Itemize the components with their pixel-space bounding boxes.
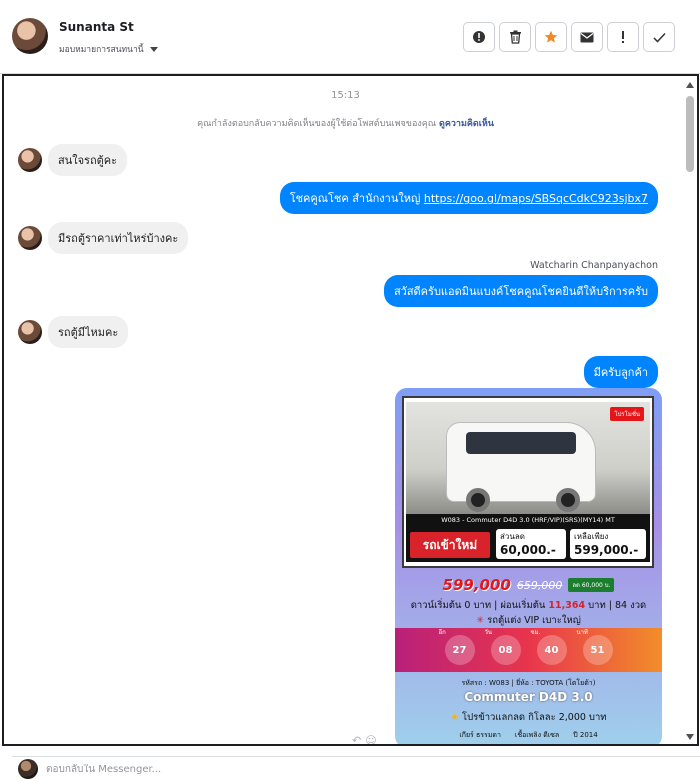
message-bubble[interactable]: สวัสดีครับแอดมินแบงค์โชคคูณโชคยินดีให้บร… bbox=[383, 275, 658, 307]
message-bubble[interactable]: สนใจรถตู้คะ bbox=[48, 144, 128, 176]
assign-conversation-dropdown[interactable]: มอบหมายการสนทนานี้ bbox=[59, 42, 158, 56]
photo-background: โปรโมชั่น bbox=[406, 402, 650, 514]
message-thread[interactable]: 15:13 คุณกำลังตอบกลับความคิดเห็นของผู้ใช… bbox=[2, 74, 699, 746]
gift-line: ★ โปรข้าวแลกลด กิโลละ 2,000 บาท bbox=[395, 710, 662, 725]
reply-notice-text: คุณกำลังตอบกลับความคิดเห็นของผู้ใช้ต่อโพ… bbox=[197, 119, 437, 129]
message-bubble[interactable]: โชคคูณโชค สำนักงานใหญ่ https://goo.gl/ma… bbox=[279, 182, 658, 214]
envelope-icon bbox=[580, 32, 594, 42]
van-wheel bbox=[466, 488, 490, 512]
countdown-days-remaining: อีก 27 bbox=[439, 629, 475, 665]
remaining-value: 599,000.- bbox=[574, 543, 639, 557]
finance-amount: 11,364 bbox=[548, 600, 586, 611]
alert-circle-icon bbox=[473, 31, 485, 43]
contact-avatar-small bbox=[18, 148, 42, 172]
delete-button[interactable] bbox=[499, 22, 531, 52]
vip-line: ✳ รถตู้แต่ง VIP เบาะใหญ่ bbox=[395, 613, 662, 628]
sender-name: Watcharin Chanpanyachon bbox=[530, 260, 658, 271]
fuel-tag: เชื้อเพลิง ดีเซล bbox=[514, 731, 560, 739]
star-icon: ★ bbox=[450, 712, 459, 723]
finance-text-1: ดาวน์เริ่มต้น 0 บาท | ผ่อนเริ่มต้น bbox=[410, 600, 546, 611]
car-promo-image[interactable]: โปรโมชั่น W083 - Commuter D4D 3.0 (HRF/V… bbox=[395, 388, 662, 744]
star-button[interactable] bbox=[535, 22, 567, 52]
contact-avatar[interactable] bbox=[12, 18, 48, 54]
view-comment-link[interactable]: ดูความคิดเห็น bbox=[439, 119, 494, 129]
discount-box: ส่วนลด 60,000.- bbox=[496, 529, 566, 559]
conversation-header: Sunanta St มอบหมายการสนทนานี้ bbox=[0, 0, 700, 74]
promo-row: รถเข้าใหม่ ส่วนลด 60,000.- เหลือเพียง 59… bbox=[406, 526, 650, 562]
asterisk-icon: ✳ bbox=[476, 615, 485, 626]
outgoing-message: โชคคูณโชค สำนักงานใหญ่ https://goo.gl/ma… bbox=[279, 182, 658, 214]
vip-text: รถตู้แต่ง VIP เบาะใหญ่ bbox=[487, 615, 581, 626]
message-bubble[interactable]: มีครับลูกค้า bbox=[583, 356, 658, 388]
incoming-message: สนใจรถตู้คะ bbox=[18, 144, 128, 176]
reply-bar bbox=[12, 756, 700, 781]
header-actions bbox=[463, 22, 675, 52]
message-actions: ↶ ☺ bbox=[352, 734, 377, 744]
old-price: 659,000 bbox=[516, 578, 563, 592]
outgoing-message: มีครับลูกค้า bbox=[583, 356, 658, 388]
scroll-up-arrow-icon[interactable] bbox=[686, 82, 694, 88]
trash-icon bbox=[509, 30, 521, 44]
gift-text: โปรข้าวแลกลด กิโลละ 2,000 บาท bbox=[461, 712, 607, 723]
assign-label: มอบหมายการสนทนานี้ bbox=[59, 45, 144, 55]
message-timestamp: 15:13 bbox=[331, 90, 360, 101]
model-strip: W083 - Commuter D4D 3.0 (HRF/VIP)(SRS)(M… bbox=[406, 514, 650, 526]
incoming-message: รถตู้มีไหมคะ bbox=[18, 316, 129, 348]
scroll-thumb[interactable] bbox=[686, 96, 694, 172]
price-row: 599,000 659,000 ลด 60,000 บ. bbox=[395, 576, 662, 594]
car-info: รหัสรถ : W083 | ยี่ห้อ : TOYOTA (โตโยต้า… bbox=[461, 679, 596, 687]
report-button[interactable] bbox=[463, 22, 495, 52]
van-wheel bbox=[556, 488, 580, 512]
maps-link[interactable]: https://goo.gl/maps/SBSqcCdkC923sjbx7 bbox=[424, 192, 648, 205]
car-photo: โปรโมชั่น W083 - Commuter D4D 3.0 (HRF/V… bbox=[402, 396, 654, 568]
remaining-label: เหลือเพียง bbox=[574, 532, 609, 541]
message-bubble[interactable]: มีรถตู้ราคาเท่าไหร่บ้างคะ bbox=[48, 222, 189, 254]
new-arrival-label: รถเข้าใหม่ bbox=[410, 532, 490, 558]
year-tag: ปี 2014 bbox=[573, 731, 598, 739]
current-price: 599,000 bbox=[442, 576, 511, 594]
countdown-hours: ชม. 40 bbox=[531, 629, 567, 665]
scroll-down-arrow-icon[interactable] bbox=[686, 734, 694, 740]
van-window bbox=[466, 432, 576, 454]
done-button[interactable] bbox=[643, 22, 675, 52]
contact-avatar-small bbox=[18, 226, 42, 250]
model-name: Commuter D4D 3.0 bbox=[464, 690, 593, 704]
reply-input[interactable] bbox=[46, 763, 446, 775]
message-text: โชคคูณโชค สำนักงานใหญ่ bbox=[289, 192, 421, 205]
promo-tag: โปรโมชั่น bbox=[610, 407, 644, 421]
page-avatar bbox=[18, 759, 38, 779]
spam-button[interactable] bbox=[607, 22, 639, 52]
discount-badge: ลด 60,000 บ. bbox=[568, 578, 615, 592]
incoming-message: มีรถตู้ราคาเท่าไหร่บ้างคะ bbox=[18, 222, 189, 254]
reply-notice: คุณกำลังตอบกลับความคิดเห็นของผู้ใช้ต่อโพ… bbox=[4, 116, 687, 130]
mark-unread-button[interactable] bbox=[571, 22, 603, 52]
message-bubble[interactable]: รถตู้มีไหมคะ bbox=[48, 316, 129, 348]
discount-value: 60,000.- bbox=[500, 543, 556, 557]
reply-icon[interactable]: ↶ bbox=[352, 734, 361, 744]
gear-tag: เกียร์ ธรรมดา bbox=[459, 731, 501, 739]
star-icon bbox=[544, 30, 558, 43]
finance-line: ดาวน์เริ่มต้น 0 บาท | ผ่อนเริ่มต้น 11,36… bbox=[395, 598, 662, 613]
emoji-react-icon[interactable]: ☺ bbox=[365, 734, 376, 744]
caret-down-icon bbox=[149, 46, 158, 52]
contact-avatar-small bbox=[18, 320, 42, 344]
check-icon bbox=[652, 32, 666, 43]
finance-text-2: บาท | 84 งวด bbox=[588, 600, 647, 611]
car-tags: เกียร์ ธรรมดา เชื้อเพลิง ดีเซล ปี 2014 bbox=[395, 730, 662, 741]
contact-name[interactable]: Sunanta St bbox=[59, 20, 134, 34]
countdown-minutes: นาที 51 bbox=[577, 629, 613, 665]
discount-label: ส่วนลด bbox=[500, 532, 525, 541]
remaining-box: เหลือเพียง 599,000.- bbox=[570, 529, 646, 559]
thread-scrollbar[interactable] bbox=[685, 80, 695, 740]
exclamation-icon bbox=[622, 31, 624, 43]
countdown-days: วัน 08 bbox=[485, 629, 521, 665]
outgoing-message: Watcharin Chanpanyachon สวัสดีครับแอดมิน… bbox=[383, 260, 658, 307]
countdown-timer: อีก 27 วัน 08 ชม. 40 นาที 51 bbox=[395, 628, 662, 672]
